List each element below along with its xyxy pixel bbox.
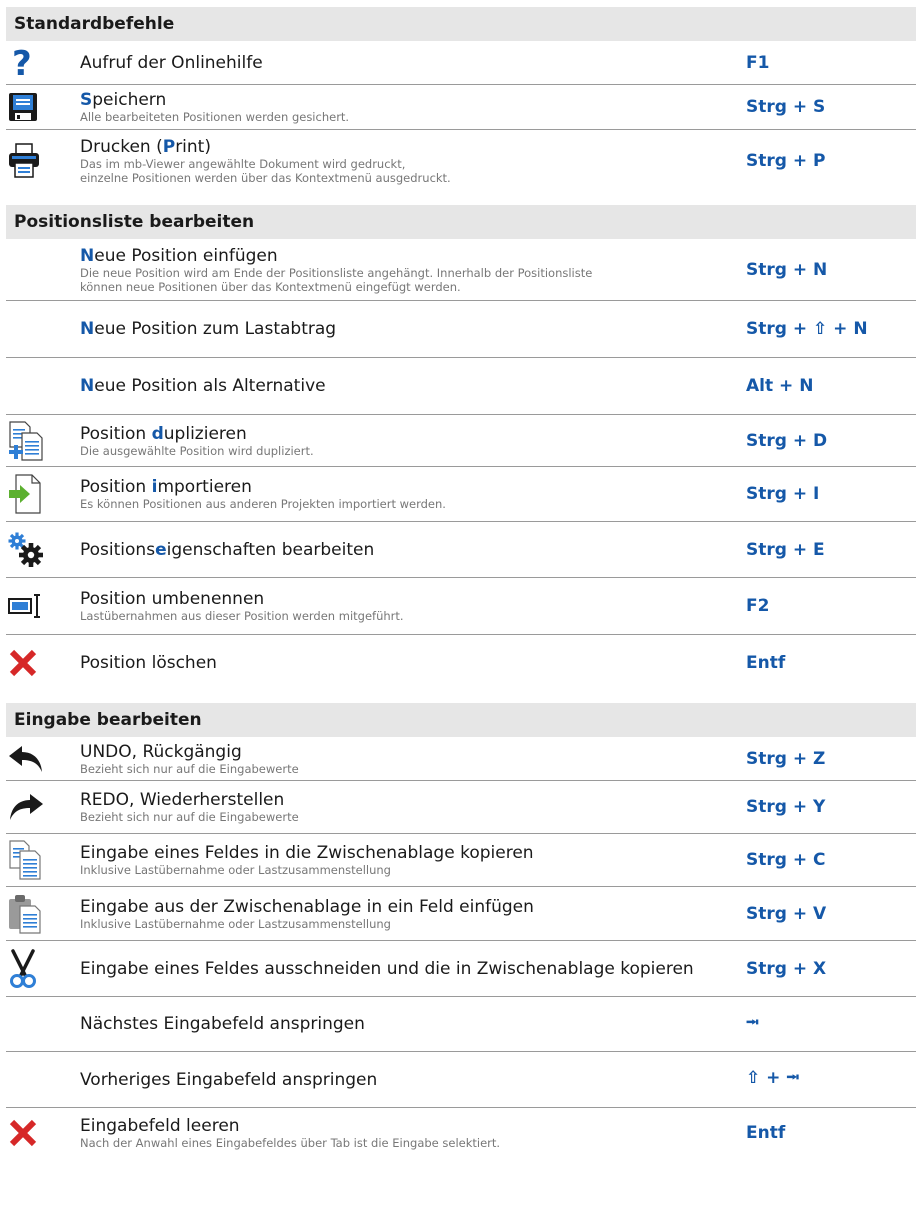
row-new-position: Neue Position einfügen Die neue Position… xyxy=(6,239,916,301)
row-title: Position umbenennen xyxy=(80,589,265,609)
row-import: Position importieren Es können Positione… xyxy=(6,467,916,522)
row-subtitle: Das im mb-Viewer angewählte Dokument wir… xyxy=(80,157,406,171)
row-title: Nächstes Eingabefeld anspringen xyxy=(80,1014,365,1034)
clipboard-icon xyxy=(6,894,80,934)
row-title: Aufruf der Onlinehilfe xyxy=(80,52,263,73)
row-cut: Eingabe eines Feldes ausschneiden und di… xyxy=(6,941,916,997)
shortcut-key: Strg + D xyxy=(746,430,828,451)
shortcut-key: Strg + N xyxy=(746,259,828,280)
row-subtitle: Lastübernahmen aus dieser Position werde… xyxy=(80,609,404,623)
shortcut-key: Strg + ⇧ + N xyxy=(746,319,868,339)
row-save: Speichern Alle bearbeiteten Positionen w… xyxy=(6,85,916,130)
row-subtitle: einzelne Positionen werden über das Kont… xyxy=(80,171,451,185)
row-title: Eingabefeld leeren xyxy=(80,1116,240,1136)
undo-arrow-icon xyxy=(6,744,80,774)
row-subtitle: Inklusive Lastübernahme oder Lastzusamme… xyxy=(80,916,391,931)
question-icon: ? xyxy=(6,46,80,80)
row-clear-field: Eingabefeld leeren Nach der Anwahl eines… xyxy=(6,1108,916,1158)
row-next-field: Nächstes Eingabefeld anspringen ⭲ xyxy=(6,997,916,1052)
row-title: Position löschen xyxy=(80,652,217,673)
row-title: Drucken (Print) xyxy=(80,137,211,157)
row-title: Neue Position einfügen xyxy=(80,245,278,266)
row-subtitle: Bezieht sich nur auf die Eingabewerte xyxy=(80,761,299,776)
row-new-load-position: Neue Position zum Lastabtrag Strg + ⇧ + … xyxy=(6,301,916,358)
section-title: Eingabe bearbeiten xyxy=(14,710,202,730)
printer-icon xyxy=(6,143,80,179)
row-delete: Position löschen Entf xyxy=(6,635,916,690)
row-copy: Eingabe eines Feldes in die Zwischenabla… xyxy=(6,834,916,887)
row-title: Positionseigenschaften bearbeiten xyxy=(80,539,375,560)
row-subtitle: Die ausgewählte Position wird dupliziert… xyxy=(80,443,314,458)
row-subtitle: Bezieht sich nur auf die Eingabewerte xyxy=(80,810,299,824)
shortcut-key: Strg + Z xyxy=(746,748,826,769)
row-duplicate: Position duplizieren Die ausgewählte Pos… xyxy=(6,415,916,467)
floppy-disk-icon xyxy=(6,92,80,122)
row-undo: UNDO, Rückgängig Bezieht sich nur auf di… xyxy=(6,737,916,781)
copy-documents-icon xyxy=(6,840,80,880)
row-new-alternative: Neue Position als Alternative Alt + N xyxy=(6,358,916,415)
row-paste: Eingabe aus der Zwischenablage in ein Fe… xyxy=(6,887,916,941)
row-title: Vorheriges Eingabefeld anspringen xyxy=(80,1069,378,1090)
row-title: Speichern xyxy=(80,90,167,110)
row-title: Position importieren xyxy=(80,477,252,497)
row-title: Eingabe aus der Zwischenablage in ein Fe… xyxy=(80,896,534,917)
row-subtitle: Die neue Position wird am Ende der Posit… xyxy=(80,265,593,280)
section-title: Standardbefehle xyxy=(14,14,175,34)
row-redo: REDO, Wiederherstellen Bezieht sich nur … xyxy=(6,781,916,834)
row-title: Eingabe eines Feldes in die Zwischenabla… xyxy=(80,843,534,863)
row-subtitle: Alle bearbeiteten Positionen werden gesi… xyxy=(80,110,350,124)
svg-text:?: ? xyxy=(12,46,32,80)
row-rename: Position umbenennen Lastübernahmen aus d… xyxy=(6,578,916,635)
row-subtitle: Es können Positionen aus anderen Projekt… xyxy=(80,497,446,511)
section-header-input: Eingabe bearbeiten xyxy=(6,703,916,737)
row-subtitle: Inklusive Lastübernahme oder Lastzusamme… xyxy=(80,863,391,877)
section-header-standard: Standardbefehle xyxy=(6,7,916,41)
row-title: Neue Position zum Lastabtrag xyxy=(80,319,337,339)
shortcut-key: Strg + P xyxy=(746,151,826,171)
row-subtitle: Nach der Anwahl eines Eingabefeldes über… xyxy=(80,1136,501,1150)
row-title: REDO, Wiederherstellen xyxy=(80,790,285,810)
shortcut-key: Strg + C xyxy=(746,850,826,870)
section-title: Positionsliste bearbeiten xyxy=(14,212,255,232)
row-properties: Positionseigenschaften bearbeiten Strg +… xyxy=(6,522,916,578)
shortcut-key: Strg + I xyxy=(746,484,820,504)
duplicate-document-icon xyxy=(6,420,80,461)
shortcut-key: Strg + E xyxy=(746,539,825,560)
row-title: Eingabe eines Feldes ausschneiden und di… xyxy=(80,958,694,979)
row-print: Drucken (Print) Das im mb-Viewer angewäh… xyxy=(6,130,916,192)
shortcut-key: ⭲ xyxy=(746,1012,759,1033)
row-title: Neue Position als Alternative xyxy=(80,376,326,396)
shortcut-key: Entf xyxy=(746,1123,786,1143)
shortcut-key: F1 xyxy=(746,52,770,73)
shortcut-key: Strg + X xyxy=(746,958,827,979)
red-x-icon xyxy=(6,1118,80,1148)
rename-field-icon xyxy=(6,593,80,619)
shortcut-key: Alt + N xyxy=(746,376,814,396)
row-previous-field: Vorheriges Eingabefeld anspringen ⇧ + ⭲ xyxy=(6,1052,916,1108)
shortcut-key: Entf xyxy=(746,652,786,673)
shortcut-key: ⇧ + ⭲ xyxy=(746,1068,800,1088)
section-header-positions: Positionsliste bearbeiten xyxy=(6,205,916,239)
row-title: Position duplizieren xyxy=(80,423,247,444)
shortcut-key: F2 xyxy=(746,596,770,616)
shortcut-key: Strg + V xyxy=(746,903,827,924)
red-x-icon xyxy=(6,648,80,678)
shortcut-reference: Standardbefehle ? Aufruf der Onlinehilfe… xyxy=(6,7,916,1158)
gears-icon xyxy=(6,532,80,568)
shortcut-key: Strg + Y xyxy=(746,797,826,817)
scissors-icon xyxy=(6,948,80,989)
row-title: UNDO, Rückgängig xyxy=(80,741,242,762)
shortcut-key: Strg + S xyxy=(746,97,826,117)
import-document-icon xyxy=(6,474,80,514)
row-subtitle: können neue Positionen über das Kontextm… xyxy=(80,279,461,294)
row-help: ? Aufruf der Onlinehilfe F1 xyxy=(6,41,916,85)
redo-arrow-icon xyxy=(6,792,80,822)
